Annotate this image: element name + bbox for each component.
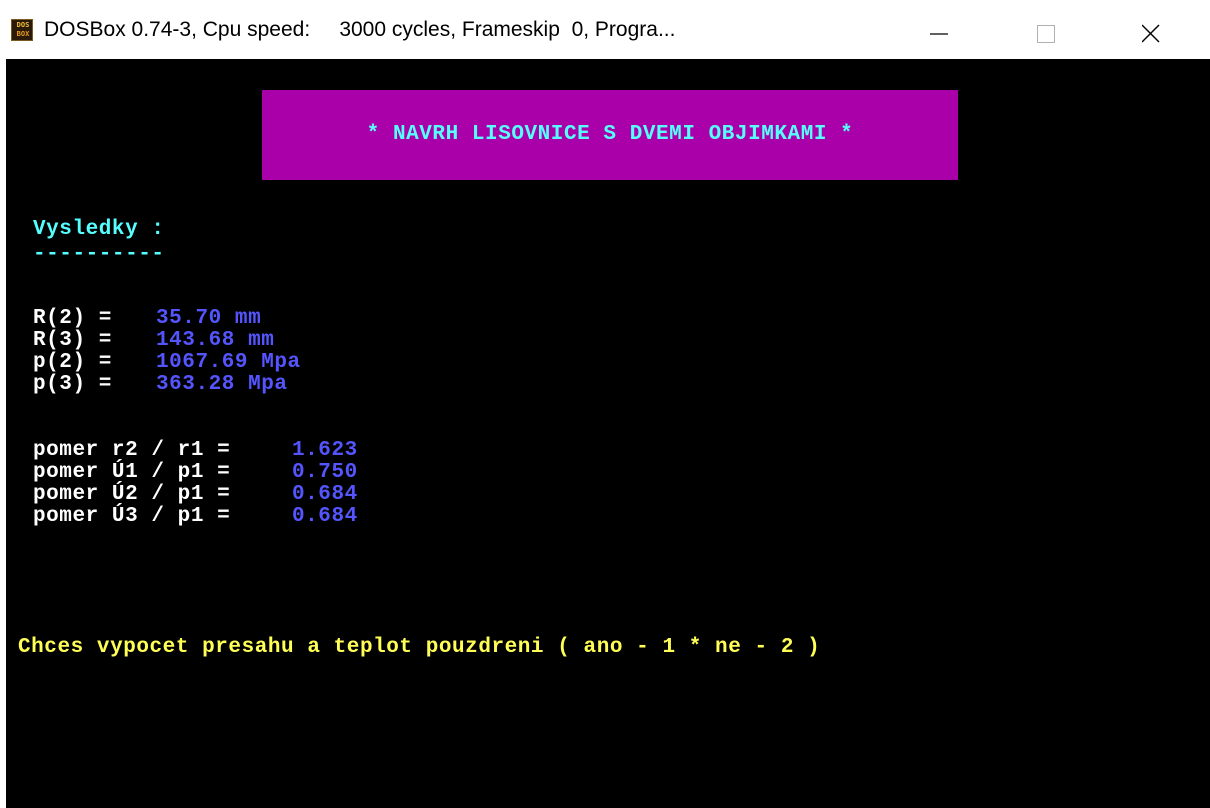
p3-label: p(3) = (33, 373, 112, 396)
minimize-button[interactable] (908, 0, 966, 59)
r2-label: R(2) = (33, 307, 112, 330)
ratio-r2-r1-label: pomer r2 / r1 = (33, 439, 231, 462)
minimize-icon (930, 33, 948, 35)
ratio-u2-p1-label: pomer Ú2 / p1 = (33, 483, 231, 506)
results-heading: Vysledky : (33, 218, 165, 241)
r3-label: R(3) = (33, 329, 112, 352)
ratio-u1-p1-value: 0.750 (292, 461, 358, 484)
ratio-u1-p1-label: pomer Ú1 / p1 = (33, 461, 231, 484)
results-underline: ---------- (33, 243, 165, 266)
r2-value: 35.70 mm (156, 307, 262, 330)
banner-text: * NAVRH LISOVNICE S DVEMI OBJIMKAMI * (366, 123, 854, 146)
dosbox-app-icon[interactable]: DOS BOX (11, 19, 33, 41)
title-banner: * NAVRH LISOVNICE S DVEMI OBJIMKAMI * (262, 90, 958, 180)
close-button[interactable] (1142, 0, 1200, 59)
ratio-u3-p1-label: pomer Ú3 / p1 = (33, 505, 231, 528)
title-bar[interactable]: DOS BOX DOSBox 0.74-3, Cpu speed: 3000 c… (0, 0, 1210, 59)
maximize-button[interactable] (1018, 0, 1076, 59)
p3-value: 363.28 Mpa (156, 373, 288, 396)
dos-screen[interactable]: * NAVRH LISOVNICE S DVEMI OBJIMKAMI * Vy… (6, 59, 1210, 808)
ratio-u2-p1-value: 0.684 (292, 483, 358, 506)
r3-value: 143.68 mm (156, 329, 275, 352)
icon-text-top: DOS (16, 21, 30, 29)
ratio-u3-p1-value: 0.684 (292, 505, 358, 528)
ratio-r2-r1-value: 1.623 (292, 439, 358, 462)
p2-label: p(2) = (33, 351, 112, 374)
close-icon (1142, 24, 1160, 43)
icon-text-bottom: BOX (16, 30, 30, 38)
window-title: DOSBox 0.74-3, Cpu speed: 3000 cycles, F… (44, 18, 676, 41)
maximize-icon (1037, 25, 1055, 43)
input-prompt: Chces vypocet presahu a teplot pouzdreni… (18, 636, 821, 659)
p2-value: 1067.69 Mpa (156, 351, 301, 374)
